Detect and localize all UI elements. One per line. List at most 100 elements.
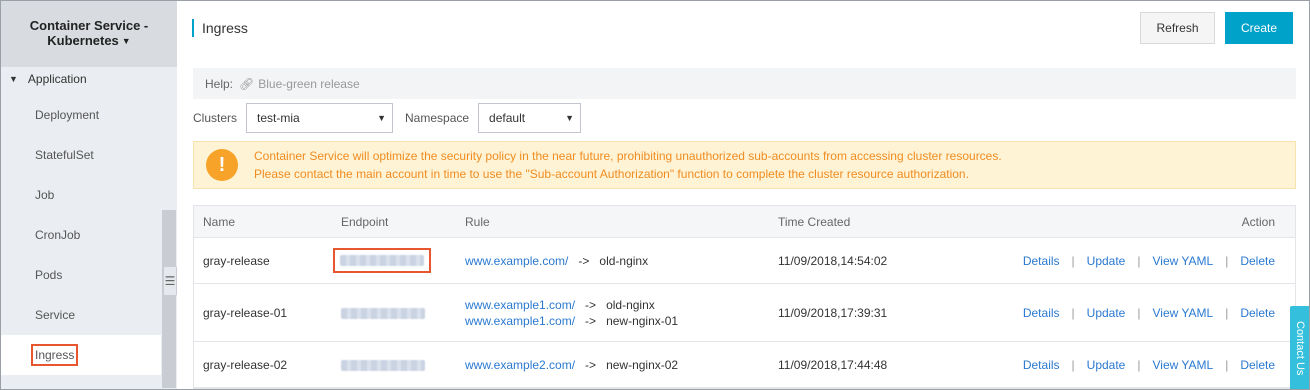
chevron-down-icon: ▼ xyxy=(377,113,387,123)
view-yaml-link[interactable]: View YAML xyxy=(1152,358,1213,372)
clusters-select[interactable]: test-mia ▼ xyxy=(246,103,394,133)
rule-arrow: -> xyxy=(585,298,597,312)
page-title: Ingress xyxy=(192,19,248,37)
column-header-endpoint: Endpoint xyxy=(341,215,389,229)
clusters-label: Clusters xyxy=(193,111,238,125)
sidebar-item-statefulset[interactable]: StatefulSet xyxy=(1,135,161,175)
row-time: 11/09/2018,14:54:02 xyxy=(778,254,888,268)
row-name: gray-release-01 xyxy=(203,306,288,320)
warning-line-2: Please contact the main account in time … xyxy=(254,167,969,181)
row-time: 11/09/2018,17:39:31 xyxy=(778,306,888,320)
table-row: gray-release-01 www.example1.com/ -> old… xyxy=(194,284,1295,342)
link-icon: 🔗︎ xyxy=(239,76,255,91)
sidebar-item-label: Job xyxy=(35,188,55,202)
sidebar-section-label: Application xyxy=(27,72,87,86)
sidebar-item-label: Service xyxy=(35,308,76,322)
delete-link[interactable]: Delete xyxy=(1240,254,1275,268)
action-separator: | xyxy=(1137,358,1141,372)
warning-line-1: Container Service will optimize the secu… xyxy=(254,149,1002,163)
namespace-label: Namespace xyxy=(405,111,470,125)
rule-service: new-nginx-01 xyxy=(606,314,679,328)
rule-host-link[interactable]: www.example.com/ xyxy=(465,254,568,268)
action-separator: | xyxy=(1137,254,1141,268)
details-link[interactable]: Details xyxy=(1023,306,1060,320)
sidebar-item-service[interactable]: Service xyxy=(1,295,161,335)
triangle-down-icon: ▼ xyxy=(9,74,18,84)
menu-collapse-icon[interactable]: ☰ xyxy=(163,266,177,296)
rule-arrow: -> xyxy=(578,254,590,268)
row-name: gray-release xyxy=(203,254,270,268)
sidebar-item-pods[interactable]: Pods xyxy=(1,255,161,295)
ingress-table: Name Endpoint Rule Time Created Action g… xyxy=(193,205,1296,389)
endpoint-value-redacted xyxy=(341,359,425,371)
delete-link[interactable]: Delete xyxy=(1240,358,1275,372)
help-link[interactable]: 🔗︎ Blue-green release xyxy=(239,77,360,91)
sidebar-item-cronjob[interactable]: CronJob xyxy=(1,215,161,255)
delete-link[interactable]: Delete xyxy=(1240,306,1275,320)
sidebar-item-job[interactable]: Job xyxy=(1,175,161,215)
action-separator: | xyxy=(1071,254,1075,268)
exclamation-icon: ! xyxy=(206,149,238,181)
sidebar-item-label: StatefulSet xyxy=(35,148,94,162)
table-header: Name Endpoint Rule Time Created Action xyxy=(194,206,1295,238)
details-link[interactable]: Details xyxy=(1023,358,1060,372)
update-link[interactable]: Update xyxy=(1087,306,1126,320)
brand-switcher[interactable]: Container Service - Kubernetes ▼ xyxy=(1,1,177,67)
action-separator: | xyxy=(1071,306,1075,320)
help-link-text: Blue-green release xyxy=(258,76,360,91)
sidebar-item-deployment[interactable]: Deployment xyxy=(1,95,161,135)
contact-us-button[interactable]: Contact Us xyxy=(1290,306,1310,390)
action-separator: | xyxy=(1225,306,1229,320)
rule-service: old-nginx xyxy=(606,298,655,312)
view-yaml-link[interactable]: View YAML xyxy=(1152,254,1213,268)
sidebar-item-label: Deployment xyxy=(35,108,100,122)
update-link[interactable]: Update xyxy=(1087,254,1126,268)
sidebar-section-application[interactable]: ▼ Application xyxy=(1,67,177,91)
sidebar-item-label: CronJob xyxy=(35,228,81,242)
view-yaml-link[interactable]: View YAML xyxy=(1152,306,1213,320)
rule-host-link[interactable]: www.example1.com/ xyxy=(465,298,575,312)
action-separator: | xyxy=(1225,254,1229,268)
endpoint-value-redacted xyxy=(341,307,425,319)
sidebar-item-ingress[interactable]: Ingress xyxy=(1,335,161,375)
column-header-name: Name xyxy=(203,215,236,229)
rule-line: www.example1.com/ -> old-nginx xyxy=(465,297,655,313)
column-header-rule: Rule xyxy=(465,215,490,229)
help-label: Help: xyxy=(205,76,234,91)
sidebar-item-label: Ingress xyxy=(31,344,79,366)
column-header-time: Time Created xyxy=(778,215,851,229)
endpoint-highlight xyxy=(333,248,431,273)
sidebar-item-label: Pods xyxy=(35,268,63,282)
row-name: gray-release-02 xyxy=(203,358,288,372)
action-separator: | xyxy=(1225,358,1229,372)
help-bar: Help: 🔗︎ Blue-green release xyxy=(193,68,1296,99)
filter-bar: Clusters test-mia ▼ Namespace default ▼ xyxy=(193,103,582,133)
clusters-value: test-mia xyxy=(257,111,300,125)
rule-arrow: -> xyxy=(585,314,597,328)
caret-down-icon: ▼ xyxy=(121,36,131,46)
security-warning-banner: ! Container Service will optimize the se… xyxy=(193,141,1296,189)
rule-service: new-nginx-02 xyxy=(606,358,679,372)
refresh-button[interactable]: Refresh xyxy=(1140,12,1215,44)
update-link[interactable]: Update xyxy=(1087,358,1126,372)
brand-title-line2: Kubernetes xyxy=(47,33,119,48)
rule-service: old-nginx xyxy=(599,254,649,268)
chevron-down-icon: ▼ xyxy=(565,113,575,123)
rule-line: www.example2.com/ -> new-nginx-02 xyxy=(465,357,678,373)
rule-line: www.example1.com/ -> new-nginx-01 xyxy=(465,313,678,329)
action-separator: | xyxy=(1137,306,1141,320)
rule-arrow: -> xyxy=(585,358,597,372)
sidebar: Container Service - Kubernetes ▼ ▼ Applic… xyxy=(1,1,177,389)
namespace-select[interactable]: default ▼ xyxy=(478,103,582,133)
endpoint-value-redacted xyxy=(340,255,424,266)
namespace-value: default xyxy=(489,111,526,125)
table-row: gray-release www.example.com/ -> old-ngi… xyxy=(194,238,1295,284)
create-button[interactable]: Create xyxy=(1225,12,1293,44)
rule-host-link[interactable]: www.example2.com/ xyxy=(465,358,575,372)
rule-host-link[interactable]: www.example1.com/ xyxy=(465,314,575,328)
main-content: Ingress Refresh Create Help: 🔗︎ Blue-gre… xyxy=(178,1,1309,389)
details-link[interactable]: Details xyxy=(1023,254,1060,268)
column-header-action: Action xyxy=(1241,215,1275,229)
row-time: 11/09/2018,17:44:48 xyxy=(778,358,888,372)
sidebar-scrollbar[interactable] xyxy=(162,210,176,388)
